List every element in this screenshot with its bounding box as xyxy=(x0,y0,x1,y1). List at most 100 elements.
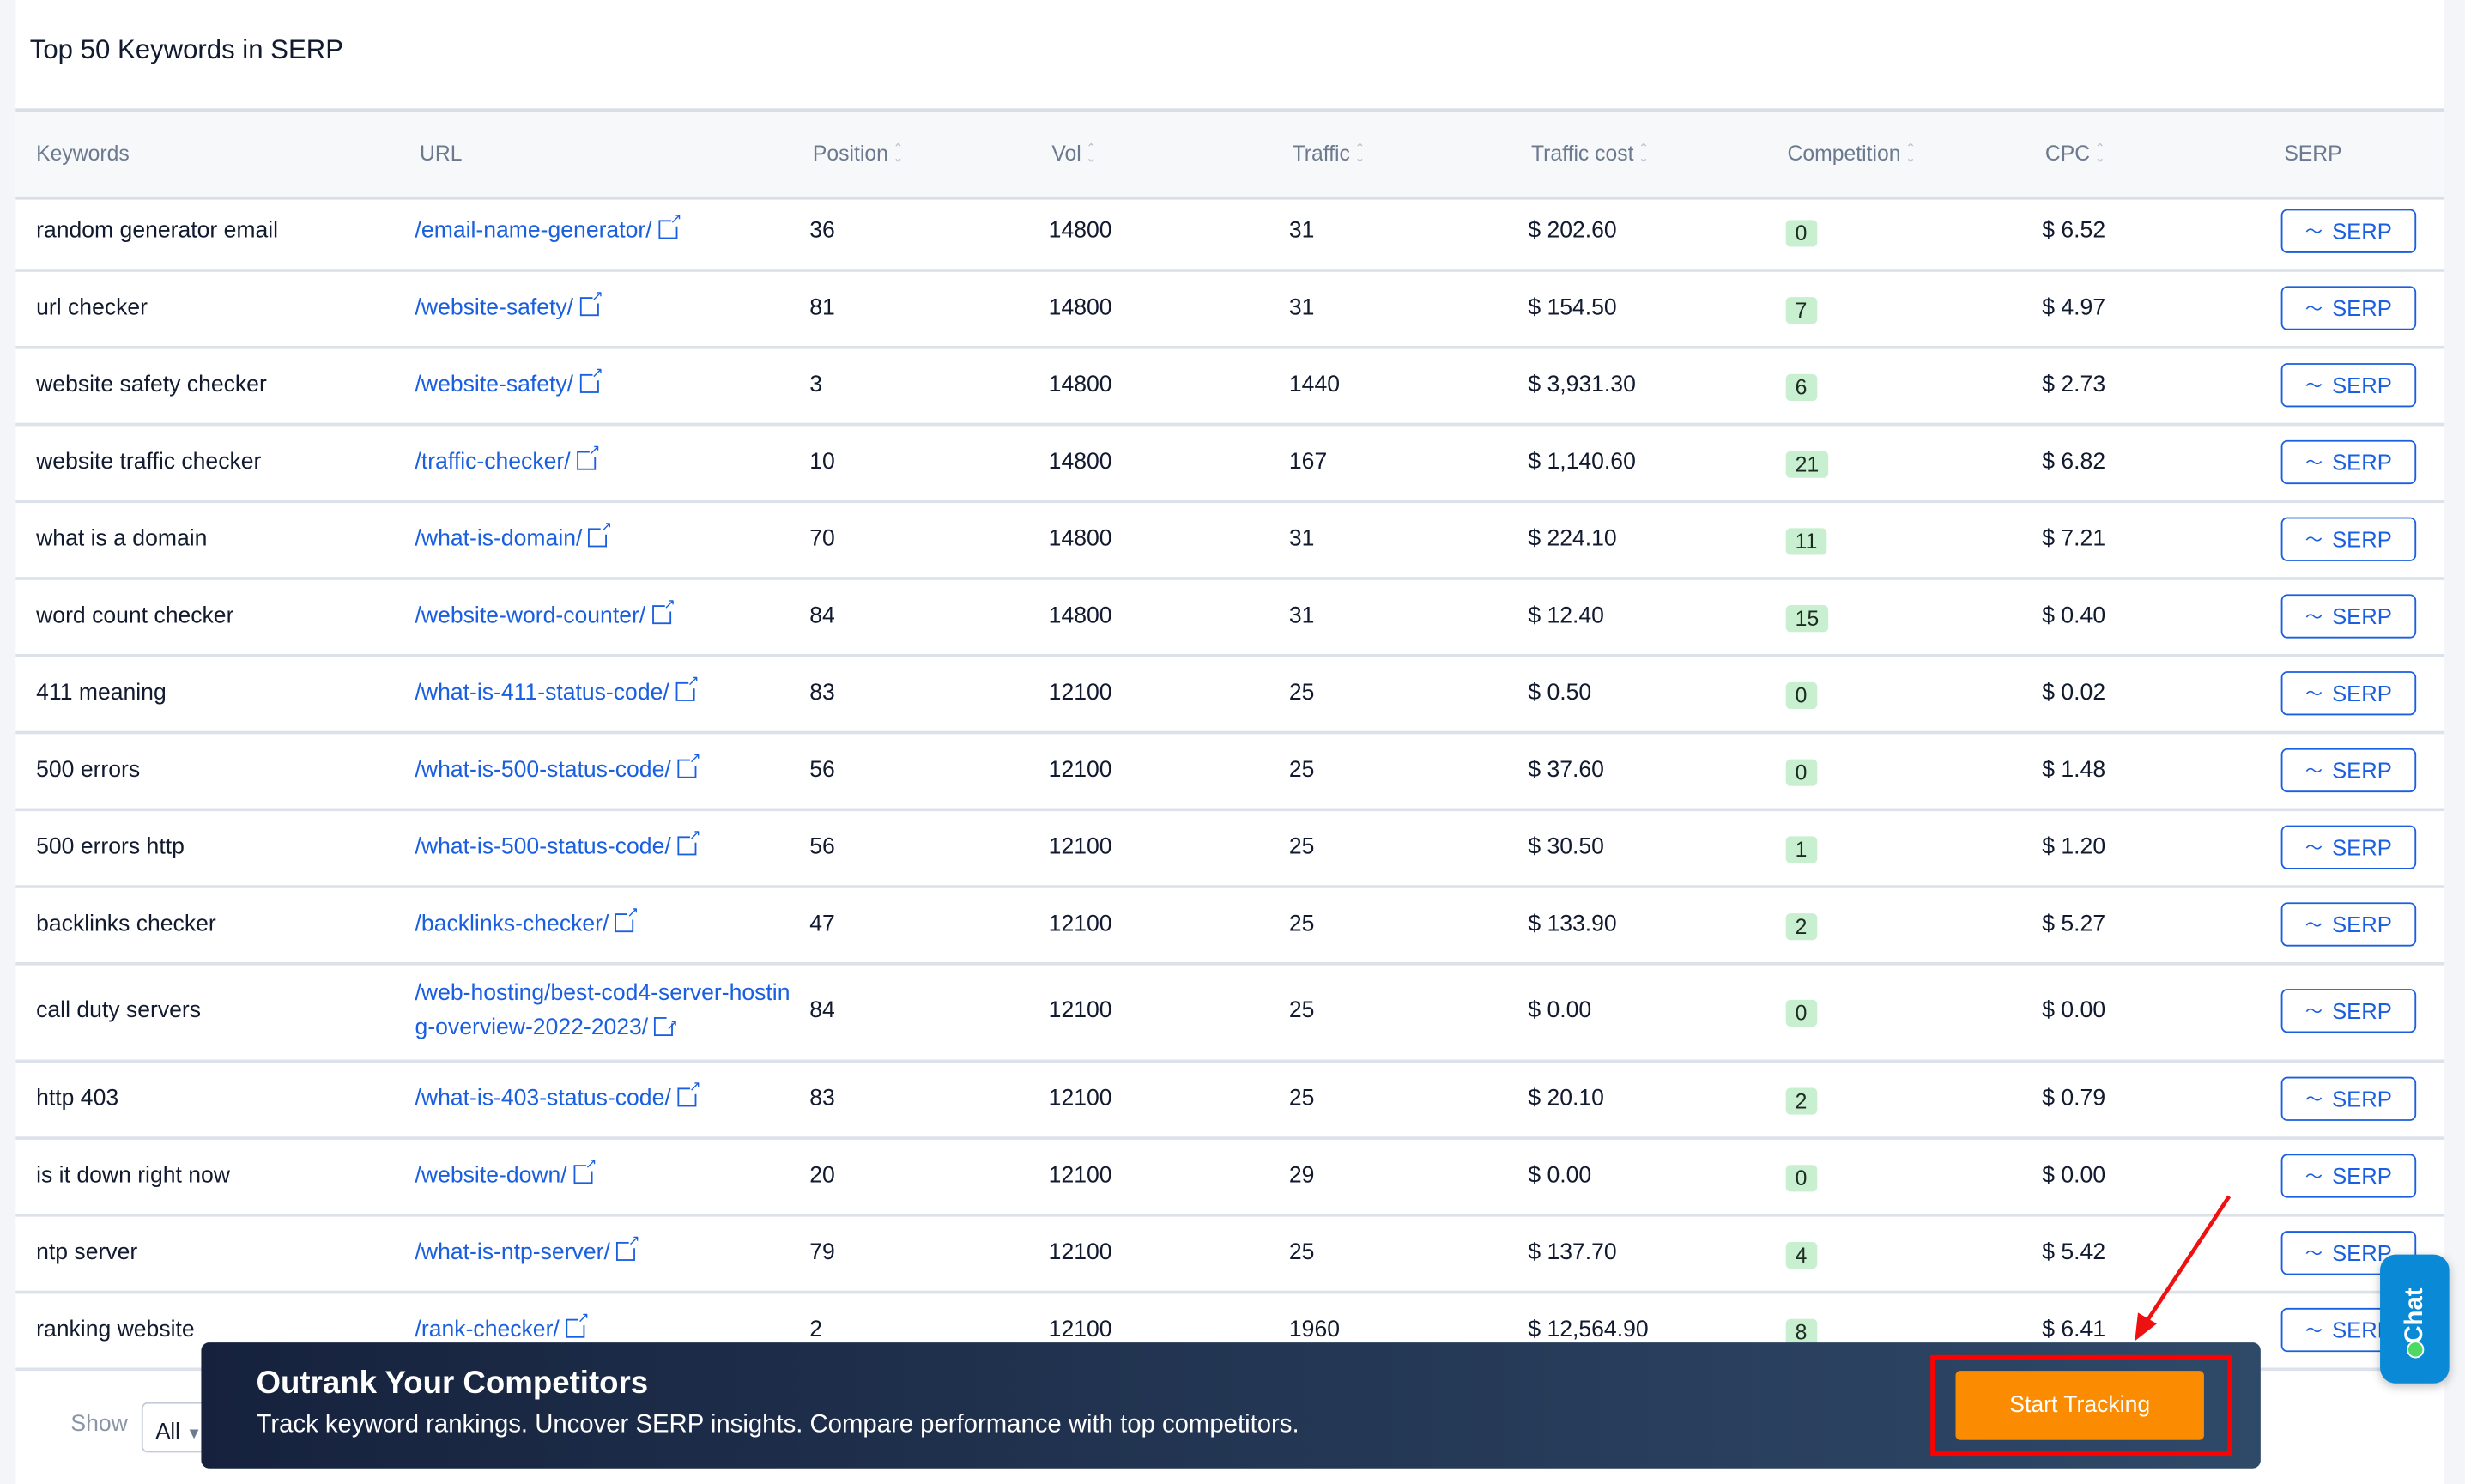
traffic-cost-cell: $ 20.10 xyxy=(1528,1085,1604,1111)
trend-chart-icon: 〜 xyxy=(2305,684,2323,704)
trend-chart-icon: 〜 xyxy=(2305,761,2323,781)
trend-chart-icon: 〜 xyxy=(2305,1002,2323,1022)
col-position[interactable]: Position ⌃ ⌄ xyxy=(813,142,904,165)
trend-chart-icon: 〜 xyxy=(2305,1321,2323,1341)
cpc-cell: $ 6.82 xyxy=(2042,448,2106,475)
traffic-cell: 25 xyxy=(1288,756,1315,783)
external-link-icon[interactable] xyxy=(657,210,681,239)
url-link[interactable]: /email-name-generator/ xyxy=(415,218,652,243)
url-link[interactable]: /website-safety/ xyxy=(415,294,574,319)
vol-cell: 12100 xyxy=(1048,680,1112,706)
traffic-cell: 1960 xyxy=(1288,1316,1341,1342)
external-link-icon[interactable] xyxy=(675,672,700,700)
vol-cell: 14800 xyxy=(1048,448,1112,475)
url-link[interactable]: /website-down/ xyxy=(415,1162,567,1187)
external-link-icon[interactable] xyxy=(677,827,701,855)
serp-button[interactable]: 〜 SERP xyxy=(2280,439,2417,484)
position-cell: 83 xyxy=(809,1085,835,1111)
url-link[interactable]: /what-is-411-status-code/ xyxy=(415,680,669,705)
keyword-cell: http 403 xyxy=(36,1085,119,1111)
serp-button[interactable]: 〜 SERP xyxy=(2280,285,2417,330)
competition-badge: 2 xyxy=(1785,912,1817,940)
table-row: ntp server/what-is-ntp-server/79 12100 25 $… xyxy=(15,1217,2445,1294)
serp-button[interactable]: 〜 SERP xyxy=(2280,901,2417,946)
traffic-cost-cell: $ 37.60 xyxy=(1528,756,1604,783)
table-row: 500 errors http/what-is-500-status-code/… xyxy=(15,811,2445,888)
url-link[interactable]: /web-hosting/best-cod4-server-hosting-ov… xyxy=(415,981,790,1041)
serp-button[interactable]: 〜 SERP xyxy=(2280,670,2417,715)
external-link-icon[interactable] xyxy=(579,287,603,316)
traffic-cost-cell: $ 133.90 xyxy=(1528,911,1617,936)
start-tracking-button[interactable]: Start Tracking xyxy=(1955,1371,2204,1440)
external-link-icon[interactable] xyxy=(677,1078,701,1106)
col-cpc[interactable]: CPC ⌃ ⌄ xyxy=(2045,142,2105,165)
external-link-icon[interactable] xyxy=(579,364,603,392)
sort-icon: ⌃ ⌄ xyxy=(1905,142,1917,167)
competition-cell: 8 xyxy=(1785,1317,1817,1345)
serp-button[interactable]: 〜 SERP xyxy=(2280,208,2417,252)
external-link-icon[interactable] xyxy=(573,1154,597,1184)
competition-badge: 0 xyxy=(1785,681,1817,709)
external-link-icon[interactable] xyxy=(654,1008,678,1042)
position-cell: 3 xyxy=(809,372,823,397)
url-link[interactable]: /what-is-500-status-code/ xyxy=(415,834,671,859)
col-traffic[interactable]: Traffic ⌃ ⌄ xyxy=(1293,142,1366,165)
competition-badge: 8 xyxy=(1785,1317,1817,1345)
external-link-icon[interactable] xyxy=(677,749,701,778)
url-link[interactable]: /rank-checker/ xyxy=(415,1317,560,1342)
serp-button[interactable]: 〜 SERP xyxy=(2280,516,2417,560)
traffic-cell: 25 xyxy=(1288,1239,1315,1265)
cpc-cell: $ 0.02 xyxy=(2042,680,2106,706)
serp-button[interactable]: 〜 SERP xyxy=(2280,362,2417,407)
url-link[interactable]: /traffic-checker/ xyxy=(415,449,571,474)
traffic-cost-cell: $ 224.10 xyxy=(1528,525,1617,551)
cpc-cell: $ 5.42 xyxy=(2042,1239,2106,1265)
chat-widget-button[interactable]: Chat xyxy=(2380,1254,2450,1384)
url-cell: /what-is-ntp-server/ xyxy=(415,1232,640,1264)
url-cell: /what-is-403-status-code/ xyxy=(415,1078,701,1111)
competition-cell: 0 xyxy=(1785,758,1817,785)
col-vol[interactable]: Vol ⌃ ⌄ xyxy=(1051,142,1096,165)
col-competition[interactable]: Competition ⌃ ⌄ xyxy=(1788,142,1917,165)
url-link[interactable]: /backlinks-checker/ xyxy=(415,911,609,936)
traffic-cost-cell: $ 12.40 xyxy=(1528,603,1604,628)
competition-cell: 0 xyxy=(1785,219,1817,246)
position-cell: 81 xyxy=(809,294,835,320)
competition-cell: 0 xyxy=(1785,1164,1817,1191)
serp-button[interactable]: 〜 SERP xyxy=(2280,747,2417,792)
serp-button[interactable]: 〜 SERP xyxy=(2280,824,2417,869)
trend-chart-icon: 〜 xyxy=(2305,1090,2323,1110)
url-link[interactable]: /website-word-counter/ xyxy=(415,603,646,627)
url-link[interactable]: /what-is-domain/ xyxy=(415,526,583,551)
url-link[interactable]: /what-is-ntp-server/ xyxy=(415,1239,610,1264)
url-cell: /what-is-411-status-code/ xyxy=(415,672,700,705)
competition-badge: 0 xyxy=(1785,219,1817,246)
serp-button[interactable]: 〜 SERP xyxy=(2280,989,2417,1033)
url-link[interactable]: /what-is-500-status-code/ xyxy=(415,757,671,782)
col-traffic-cost[interactable]: Traffic cost ⌃ ⌄ xyxy=(1531,142,1649,165)
keyword-cell: url checker xyxy=(36,294,148,320)
serp-button[interactable]: 〜 SERP xyxy=(2280,1153,2417,1197)
url-cell: /website-word-counter/ xyxy=(415,595,675,627)
table-row: call duty servers/web-hosting/best-cod4-… xyxy=(15,966,2445,1063)
url-link[interactable]: /what-is-403-status-code/ xyxy=(415,1086,671,1111)
competition-cell: 0 xyxy=(1785,681,1817,709)
keyword-cell: word count checker xyxy=(36,603,234,628)
url-link[interactable]: /website-safety/ xyxy=(415,372,574,397)
external-link-icon[interactable] xyxy=(615,903,639,932)
external-link-icon[interactable] xyxy=(588,518,612,547)
external-link-icon[interactable] xyxy=(576,441,600,469)
serp-button[interactable]: 〜 SERP xyxy=(2280,593,2417,638)
serp-button[interactable]: 〜 SERP xyxy=(2280,1075,2417,1121)
external-link-icon[interactable] xyxy=(651,595,675,624)
competition-badge: 7 xyxy=(1785,296,1817,324)
banner-subtitle: Track keyword rankings. Uncover SERP ins… xyxy=(256,1411,1299,1439)
external-link-icon[interactable] xyxy=(566,1309,590,1337)
traffic-cell: 31 xyxy=(1288,294,1315,320)
traffic-cell: 25 xyxy=(1288,911,1315,936)
annotation-arrow-icon xyxy=(2135,1195,2232,1342)
external-link-icon[interactable] xyxy=(616,1232,640,1261)
competition-cell: 15 xyxy=(1785,604,1829,632)
online-status-icon xyxy=(2407,1341,2425,1359)
traffic-cell: 31 xyxy=(1288,217,1315,243)
